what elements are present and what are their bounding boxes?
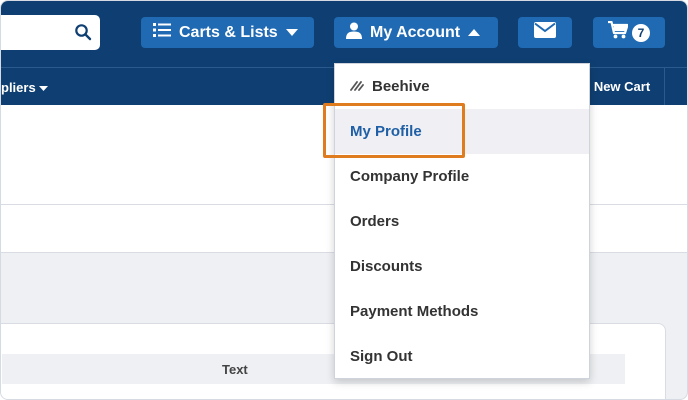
cart-count-badge: 7 [632, 23, 650, 42]
menu-item-label: Beehive [372, 78, 430, 95]
app-window: Carts & Lists My Account 7 pliers New Ca… [0, 0, 688, 400]
menu-item-sign-out[interactable]: Sign Out [335, 334, 589, 379]
menu-item-orders[interactable]: Orders [335, 199, 589, 244]
menu-item-label: Sign Out [350, 348, 413, 365]
search-icon[interactable] [74, 23, 92, 41]
menu-item-label: Payment Methods [350, 303, 479, 320]
cart-button[interactable]: 7 [593, 17, 665, 48]
caret-down-icon [38, 80, 48, 95]
new-cart-button[interactable]: New Cart [579, 68, 665, 105]
menu-item-label: Company Profile [350, 168, 470, 185]
search-input[interactable] [1, 15, 100, 50]
caret-down-icon [285, 24, 298, 42]
list-icon [153, 22, 171, 43]
mail-icon [534, 22, 556, 43]
highlight-box [323, 103, 465, 158]
column-header-text: Text [222, 362, 248, 377]
suppliers-menu[interactable]: pliers [1, 80, 48, 95]
user-icon [346, 22, 362, 44]
menu-item-label: Discounts [350, 258, 423, 275]
menu-item-company-profile[interactable]: Company Profile [335, 154, 589, 199]
carts-lists-button[interactable]: Carts & Lists [141, 17, 314, 48]
cart-icon [608, 20, 629, 44]
carts-lists-label: Carts & Lists [179, 23, 278, 41]
suppliers-label: pliers [1, 80, 36, 95]
menu-item-label: Orders [350, 213, 400, 230]
caret-up-icon [468, 24, 481, 42]
menu-item-discounts[interactable]: Discounts [335, 244, 589, 289]
my-account-button[interactable]: My Account [334, 17, 498, 48]
new-cart-label: New Cart [593, 79, 651, 94]
beehive-icon [350, 78, 364, 95]
my-account-label: My Account [370, 23, 461, 41]
menu-item-payment-methods[interactable]: Payment Methods [335, 289, 589, 334]
messages-button[interactable] [518, 17, 572, 48]
top-header: Carts & Lists My Account 7 [1, 1, 687, 67]
